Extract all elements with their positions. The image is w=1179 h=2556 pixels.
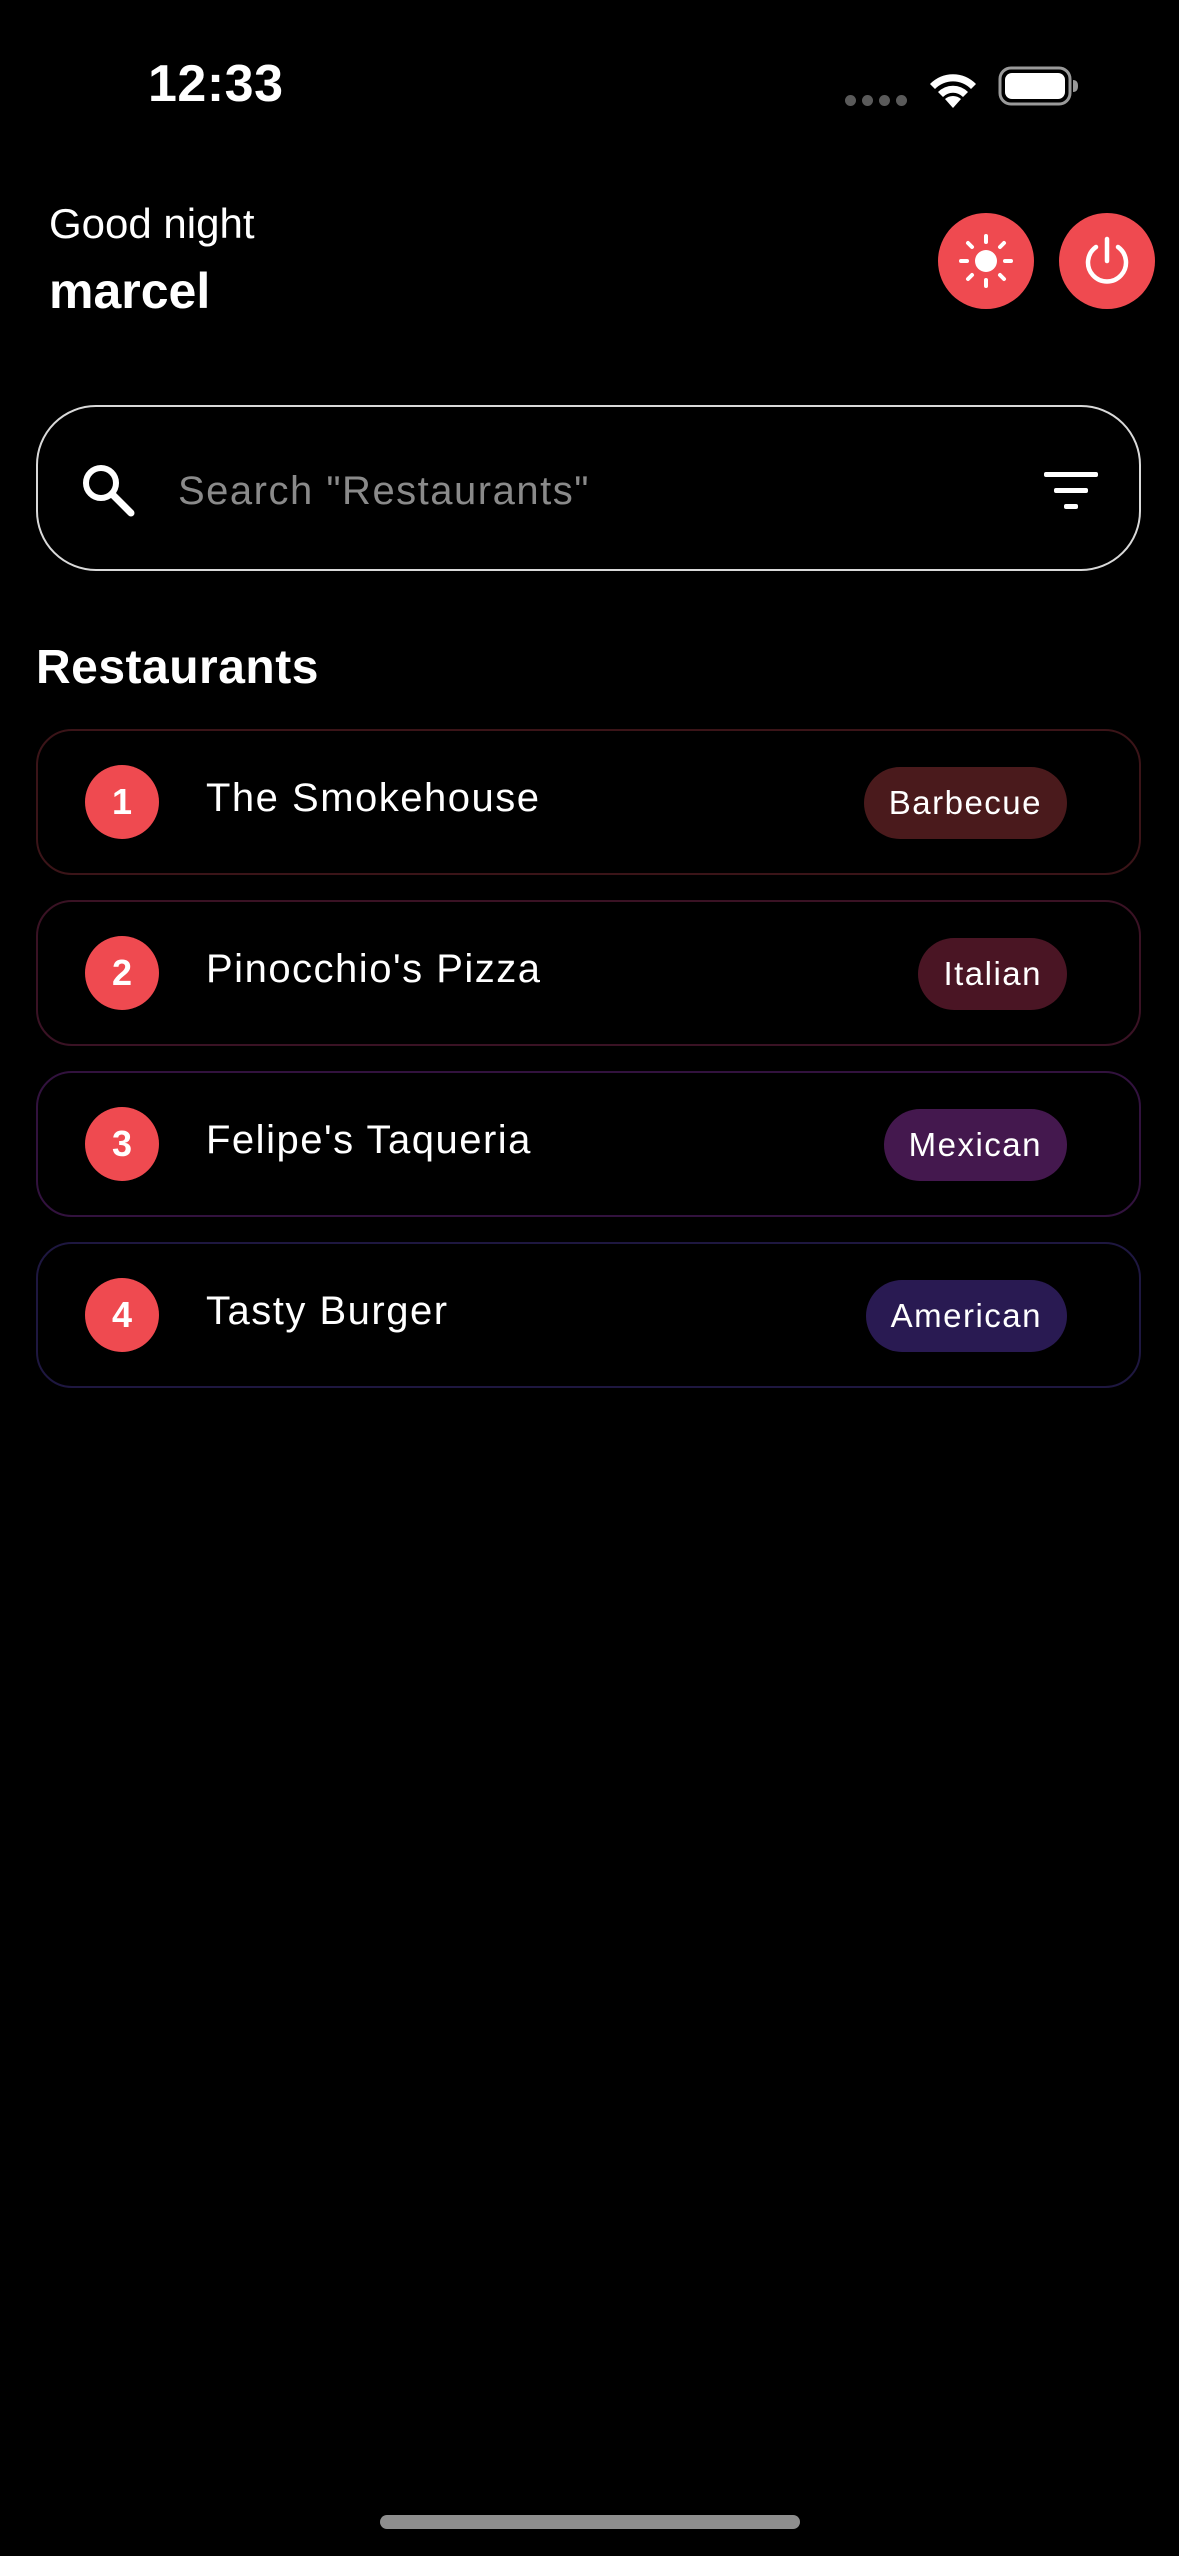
restaurant-name: The Smokehouse (206, 776, 541, 820)
cuisine-tag: Barbecue (863, 767, 1067, 839)
section-title: Restaurants (36, 641, 319, 694)
home-indicator[interactable] (380, 2515, 800, 2529)
rank-badge: 2 (85, 936, 159, 1010)
cuisine-tag: Mexican (883, 1109, 1067, 1181)
restaurant-row[interactable]: 2 Pinocchio's Pizza Italian (36, 900, 1141, 1046)
search-icon (83, 465, 135, 517)
theme-toggle-button[interactable] (938, 213, 1034, 309)
cellular-signal-icon (845, 95, 907, 106)
power-icon (1085, 236, 1129, 284)
restaurant-row[interactable]: 4 Tasty Burger American (36, 1242, 1141, 1388)
username: marcel (49, 263, 211, 319)
rank-badge: 4 (85, 1278, 159, 1352)
rank-badge: 3 (85, 1107, 159, 1181)
restaurant-name: Tasty Burger (206, 1289, 449, 1333)
status-time: 12:33 (148, 55, 284, 113)
sun-icon (959, 234, 1013, 288)
logout-button[interactable] (1059, 213, 1155, 309)
status-bar: 12:33 (0, 0, 1179, 160)
filter-icon[interactable] (1040, 466, 1102, 516)
wifi-icon (930, 74, 976, 108)
greeting-text: Good night (49, 200, 255, 247)
restaurant-row[interactable]: 3 Felipe's Taqueria Mexican (36, 1071, 1141, 1217)
cuisine-tag: American (865, 1280, 1067, 1352)
restaurant-name: Felipe's Taqueria (206, 1118, 532, 1162)
cuisine-tag: Italian (918, 938, 1067, 1010)
search-input[interactable] (178, 452, 998, 530)
rank-badge: 1 (85, 765, 159, 839)
restaurant-row[interactable]: 1 The Smokehouse Barbecue (36, 729, 1141, 875)
restaurant-name: Pinocchio's Pizza (206, 947, 542, 991)
battery-icon (998, 66, 1078, 106)
